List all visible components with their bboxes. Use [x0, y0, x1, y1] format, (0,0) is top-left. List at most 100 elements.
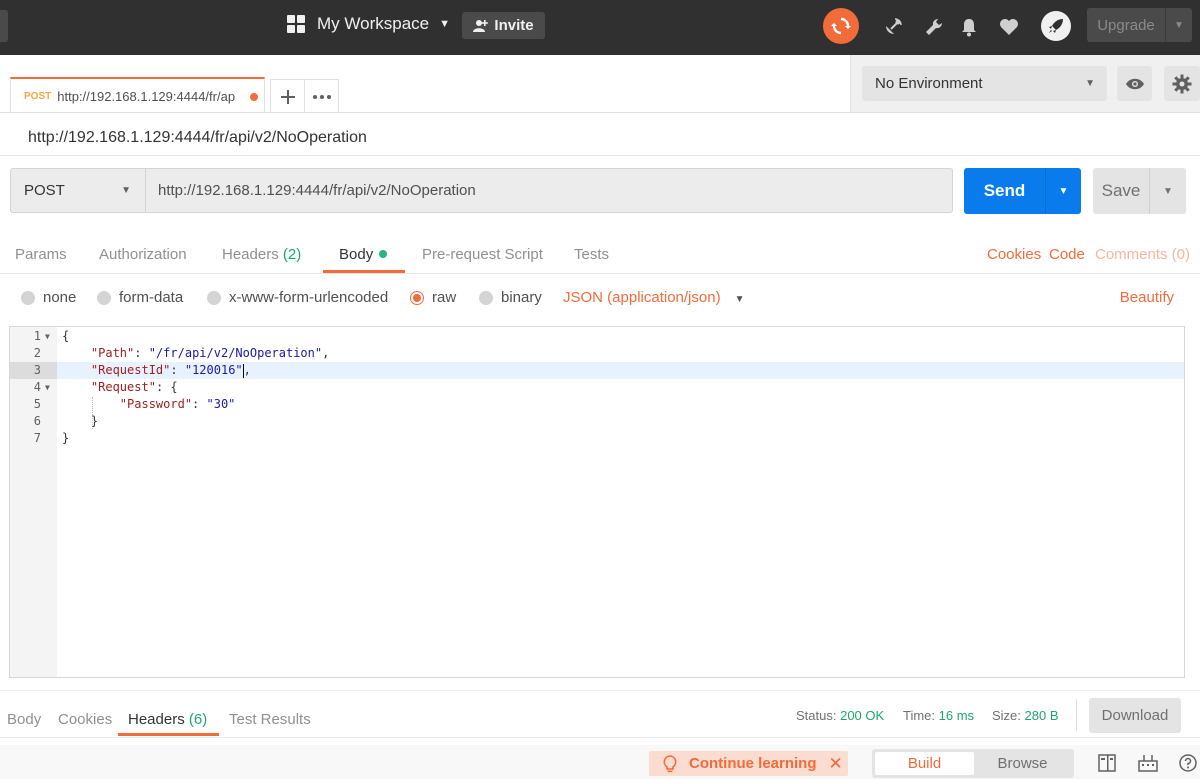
environment-label: No Environment — [875, 75, 983, 92]
request-name[interactable]: http://192.168.1.129:4444/fr/api/v2/NoOp… — [28, 129, 367, 147]
radio-raw[interactable]: raw — [410, 289, 456, 306]
sync-button[interactable] — [823, 8, 859, 44]
radio-urlencoded[interactable]: x-www-form-urlencoded — [207, 289, 388, 306]
code-link[interactable]: Code — [1049, 246, 1085, 263]
response-tab-test-results[interactable]: Test Results — [229, 711, 311, 728]
sidebar-toggle[interactable] — [0, 10, 8, 42]
code-line: "Path": "/fr/api/v2/NoOperation", — [90, 346, 330, 360]
environment-select[interactable]: No Environment ▼ — [862, 66, 1107, 101]
status-footer: Continue learning ✕ Build Browse — [0, 745, 1200, 779]
time-readout[interactable]: Time: 16 ms — [903, 708, 974, 723]
wrench-icon[interactable] — [921, 14, 947, 40]
close-icon[interactable]: ✕ — [829, 754, 843, 774]
beautify-link[interactable]: Beautify — [1120, 289, 1174, 306]
build-mode-button[interactable]: Build — [875, 752, 974, 775]
sync-icon — [831, 17, 851, 35]
browse-mode-button[interactable]: Browse — [974, 752, 1071, 775]
satellite-icon[interactable] — [880, 14, 906, 40]
tab-headers-label: Headers — [222, 246, 279, 263]
radio-form-data[interactable]: form-data — [97, 289, 183, 306]
line-number: 3 — [33, 363, 41, 377]
environment-quick-look-button[interactable] — [1117, 66, 1152, 101]
code-line: "Password": "30" — [119, 397, 236, 411]
manage-environments-button[interactable] — [1164, 66, 1200, 101]
line-number: 7 — [33, 431, 41, 445]
fold-arrow-icon[interactable]: ▼ — [45, 328, 50, 345]
request-tab[interactable]: POST http://192.168.1.129:4444/fr/ap — [10, 77, 265, 113]
plus-icon — [280, 89, 295, 104]
response-tab-body[interactable]: Body — [7, 711, 41, 728]
chevron-down-icon[interactable]: ▼ — [1150, 186, 1186, 197]
unsaved-dot-icon — [250, 93, 258, 101]
url-input[interactable] — [145, 168, 953, 213]
new-tab-button[interactable] — [270, 79, 305, 113]
lightbulb-icon — [663, 754, 677, 772]
cookies-link[interactable]: Cookies — [987, 246, 1041, 263]
tab-method: POST — [24, 90, 52, 102]
code-line: "Request": { — [90, 380, 178, 394]
tab-headers-count: (2) — [282, 246, 302, 263]
radio-none[interactable]: none — [21, 289, 76, 306]
tab-headers[interactable]: Headers (2) — [222, 246, 301, 263]
tab-title: http://192.168.1.129:4444/fr/ap — [57, 88, 236, 104]
chevron-down-icon[interactable]: ▼ — [1166, 20, 1192, 31]
tab-strip: POST http://192.168.1.129:4444/fr/ap — [0, 55, 850, 113]
comments-link[interactable]: Comments (0) — [1095, 246, 1190, 263]
method-label: POST — [24, 182, 65, 199]
tab-body[interactable]: Body — [339, 246, 388, 263]
chevron-down-icon: ▼ — [121, 185, 131, 196]
invite-label: Invite — [494, 17, 534, 34]
app-header: My Workspace ▼ Invite Upgrade ▼ — [0, 0, 1200, 55]
chevron-down-icon: ▼ — [439, 18, 450, 30]
body-type-row: none form-data x-www-form-urlencoded raw… — [0, 283, 1200, 313]
tab-options-button[interactable] — [304, 79, 339, 113]
response-tab-cookies[interactable]: Cookies — [58, 711, 112, 728]
bell-icon[interactable] — [956, 14, 982, 40]
heart-icon[interactable] — [996, 14, 1022, 40]
save-label: Save — [1101, 181, 1141, 200]
active-tab-indicator — [118, 733, 219, 736]
status-readout: Status: 200 OK — [796, 708, 885, 723]
gear-icon — [1172, 74, 1192, 93]
method-select[interactable]: POST ▼ — [10, 168, 146, 213]
chevron-down-icon: ▼ — [1085, 78, 1095, 89]
tab-params[interactable]: Params — [15, 246, 67, 263]
fold-arrow-icon[interactable]: ▼ — [45, 379, 50, 396]
size-readout[interactable]: Size: 280 B — [992, 708, 1059, 723]
download-button[interactable]: Download — [1089, 698, 1181, 733]
more-icon — [312, 94, 331, 99]
runner-button[interactable] — [1041, 11, 1071, 41]
send-button[interactable]: Send ▼ — [964, 168, 1081, 214]
code-line: } — [90, 414, 99, 428]
save-button[interactable]: Save ▼ — [1093, 168, 1186, 214]
line-number: 5 — [33, 397, 41, 411]
tab-authorization[interactable]: Authorization — [99, 246, 187, 263]
add-user-icon — [473, 19, 489, 32]
keyboard-shortcuts-icon[interactable] — [1138, 753, 1158, 773]
code-line: { — [62, 329, 70, 343]
radio-binary[interactable]: binary — [479, 289, 542, 306]
workspace-selector[interactable]: My Workspace ▼ — [287, 14, 450, 34]
active-tab-indicator — [323, 270, 405, 273]
send-label: Send — [983, 181, 1026, 200]
help-icon[interactable] — [1178, 753, 1198, 773]
response-tab-headers[interactable]: Headers (6) — [128, 711, 207, 728]
continue-learning-button[interactable]: Continue learning ✕ — [649, 751, 848, 776]
tab-tests[interactable]: Tests — [574, 246, 609, 263]
response-bar: Body Cookies Headers (6) Test Results St… — [0, 690, 1200, 738]
upgrade-button[interactable]: Upgrade ▼ — [1087, 8, 1192, 42]
workspace-grid-icon — [287, 15, 305, 33]
mode-toggle: Build Browse — [872, 749, 1074, 778]
content-type-select[interactable]: JSON (application/json) ▼ — [563, 289, 744, 306]
body-editor[interactable]: 1 ▼ 2 3 4 ▼ 5 6 7 { "Path": "/fr/api/v2/… — [9, 326, 1185, 678]
active-dot-icon — [379, 250, 388, 259]
invite-button[interactable]: Invite — [462, 12, 545, 39]
code-line: } — [62, 431, 70, 445]
two-pane-view-icon[interactable] — [1097, 753, 1117, 773]
line-number: 2 — [33, 346, 41, 360]
text-cursor — [242, 363, 244, 378]
rocket-icon — [1049, 19, 1063, 33]
line-number: 4 — [33, 380, 41, 394]
tab-prerequest-script[interactable]: Pre-request Script — [422, 246, 543, 263]
chevron-down-icon[interactable]: ▼ — [1046, 186, 1081, 197]
